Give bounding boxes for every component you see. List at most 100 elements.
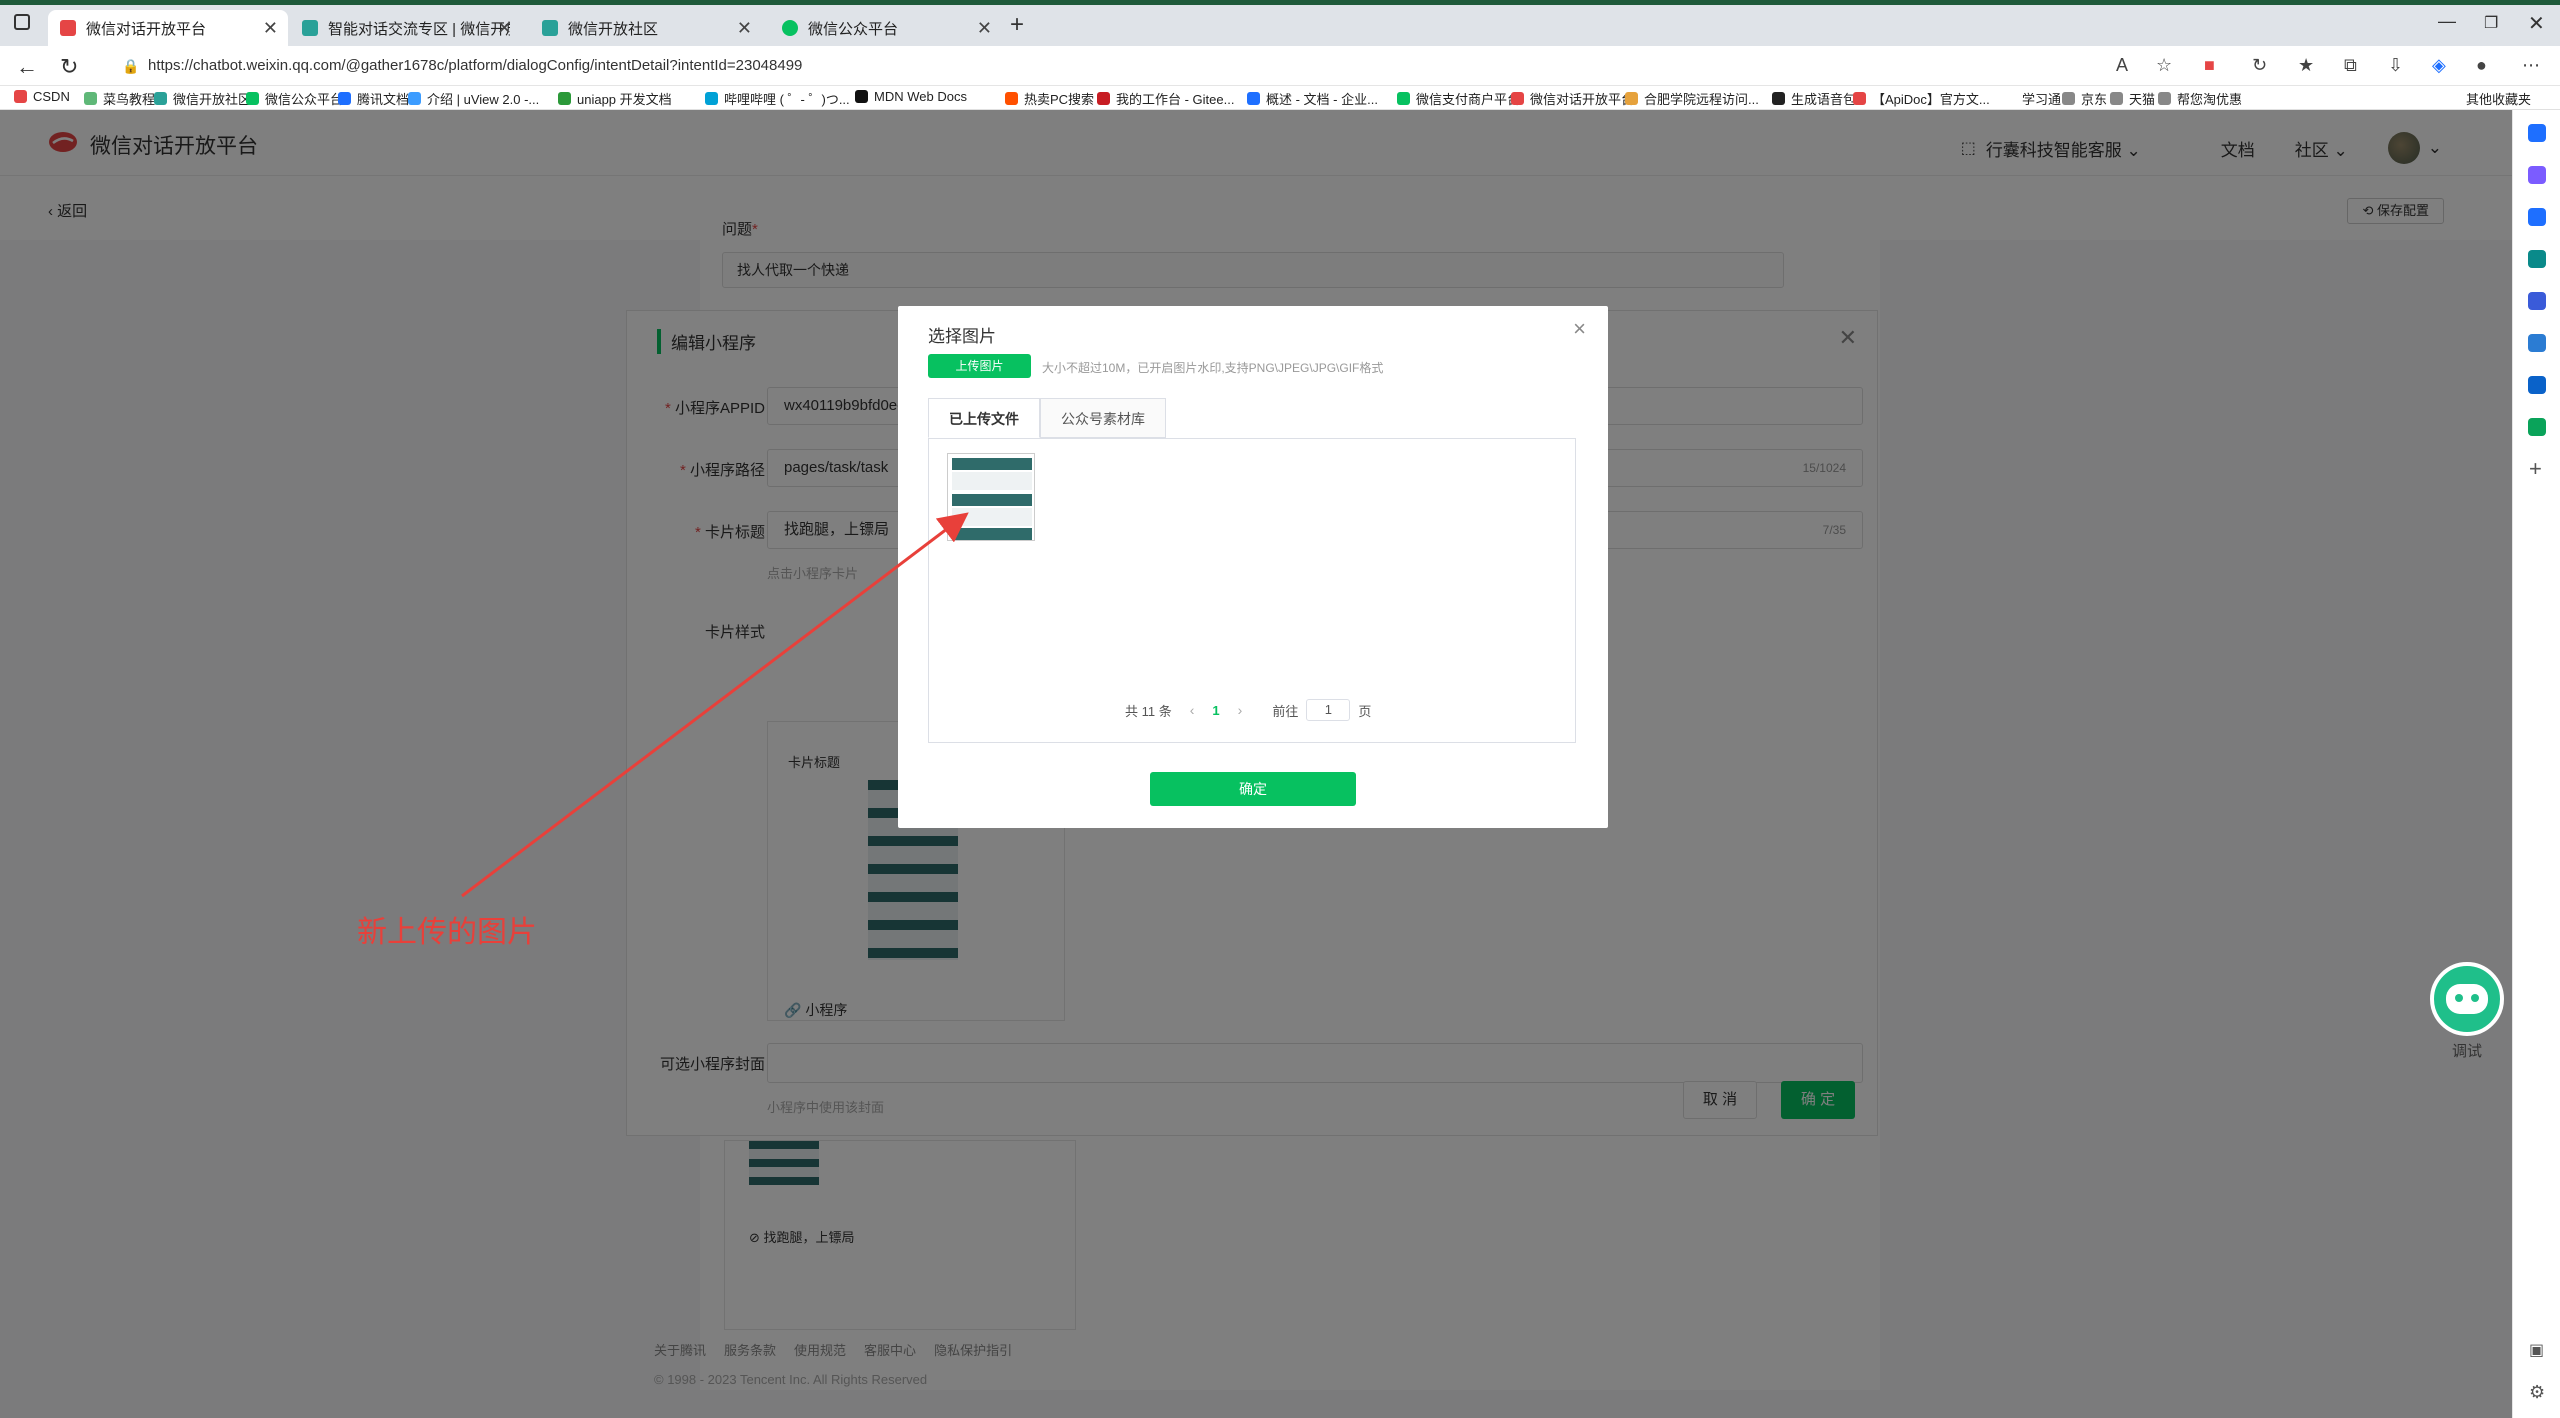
thumb-row — [952, 472, 1032, 490]
next-page-icon[interactable]: › — [1238, 702, 1243, 718]
bookmark-item[interactable]: 京东 — [2062, 89, 2107, 108]
modal-confirm-button[interactable]: 确定 — [1150, 772, 1356, 806]
bookmark-item[interactable]: 天猫 — [2110, 89, 2155, 108]
bookmark-label: 介绍 | uView 2.0 -... — [427, 92, 540, 107]
bookmark-label: 菜鸟教程 — [103, 92, 156, 107]
bookmark-item[interactable]: 合肥学院远程访问... — [1625, 89, 1759, 108]
other-bookmarks[interactable]: 其他收藏夹 — [2466, 89, 2531, 108]
bookmark-favicon-icon — [338, 92, 351, 105]
bookmark-item[interactable]: 概述 - 文档 - 企业... — [1247, 89, 1378, 108]
bookmark-favicon-icon — [84, 92, 97, 105]
bookmark-item[interactable]: 帮您淘优惠 — [2158, 89, 2242, 108]
bookmark-item[interactable]: uniapp 开发文档 — [558, 89, 672, 108]
image-thumbnail[interactable] — [947, 453, 1035, 541]
pager-goto: 前往 — [1272, 703, 1299, 719]
minimize-icon[interactable]: — — [2438, 11, 2456, 32]
tab-mp-material[interactable]: 公众号素材库 — [1040, 398, 1166, 438]
bookmark-item[interactable]: 生成语音包 — [1772, 89, 1856, 108]
upload-hint: 大小不超过10M，已开启图片水印,支持PNG\JPEG\JPG\GIF格式 — [1042, 361, 1384, 375]
chatbot-debug-button[interactable] — [2430, 962, 2504, 1036]
close-icon[interactable]: × — [1573, 316, 1586, 342]
bookmark-favicon-icon — [154, 92, 167, 105]
favorite-icon[interactable]: ☆ — [2156, 55, 2172, 76]
read-aloud-icon[interactable]: A — [2116, 55, 2128, 76]
url-text: https://chatbot.weixin.qq.com/@gather167… — [148, 57, 803, 74]
browser-essentials-icon[interactable]: ◈ — [2432, 55, 2446, 76]
favorites-list-icon[interactable]: ★ — [2298, 55, 2314, 76]
bookmark-label: 热卖PC搜索 — [1024, 92, 1095, 107]
bookmark-item[interactable]: 介绍 | uView 2.0 -... — [408, 89, 539, 108]
bookmark-favicon-icon — [1511, 92, 1524, 105]
tab-favicon-icon — [542, 20, 558, 36]
close-icon[interactable]: ✕ — [977, 18, 992, 39]
refresh-ext-icon[interactable]: ↻ — [2252, 55, 2267, 76]
bookmark-favicon-icon — [705, 92, 718, 105]
tab-actions-icon[interactable] — [14, 14, 30, 30]
bookmark-label: 学习通 — [2022, 92, 2062, 107]
tab-label: 微信开放社区 — [568, 20, 659, 38]
back-arrow-icon[interactable]: ← — [16, 54, 38, 80]
bookmark-item[interactable]: 微信支付商户平台 — [1397, 89, 1520, 108]
games-icon[interactable] — [2528, 292, 2546, 310]
shopping-icon[interactable] — [2528, 208, 2546, 226]
tools-icon[interactable] — [2528, 250, 2546, 268]
bookmark-item[interactable]: 腾讯文档 — [338, 89, 409, 108]
tab-community-zone[interactable]: 智能对话交流专区 | 微信开放社区 ✕ — [290, 10, 522, 46]
prev-page-icon[interactable]: ‹ — [1190, 702, 1195, 718]
tab-chatbot[interactable]: 微信对话开放平台 ✕ — [48, 10, 288, 46]
bookmark-item[interactable]: MDN Web Docs — [855, 89, 967, 104]
window-close-icon[interactable]: ✕ — [2528, 11, 2545, 36]
profile-icon[interactable]: ● — [2476, 55, 2487, 76]
url-field[interactable]: 🔒 https://chatbot.weixin.qq.com/@gather1… — [100, 51, 2100, 81]
bookmark-item[interactable]: 我的工作台 - Gitee... — [1097, 89, 1234, 108]
bookmark-favicon-icon — [246, 92, 259, 105]
tab-label: 智能对话交流专区 | 微信开放社区 — [328, 20, 510, 38]
outlook-icon[interactable] — [2528, 376, 2546, 394]
extension-icon[interactable]: ■ — [2204, 55, 2215, 76]
search-icon[interactable] — [2528, 124, 2546, 142]
close-icon[interactable]: ✕ — [497, 18, 512, 39]
bookmark-label: 帮您淘优惠 — [2177, 92, 2243, 107]
restore-icon[interactable]: ❐ — [2484, 13, 2498, 33]
pager-goto-input[interactable]: 1 — [1306, 699, 1351, 721]
reload-icon[interactable]: ↻ — [60, 54, 78, 80]
close-icon[interactable]: ✕ — [737, 18, 752, 39]
collections-icon[interactable]: ⧉ — [2344, 55, 2357, 76]
upload-image-button[interactable]: 上传图片 — [928, 354, 1031, 378]
bookmark-item[interactable]: 微信对话开放平台 — [1511, 89, 1634, 108]
bookmark-label: 微信公众平台 — [265, 92, 344, 107]
tab-label: 微信公众平台 — [808, 20, 899, 38]
modal-tabs: 已上传文件 公众号素材库 — [928, 398, 1166, 438]
bookmark-favicon-icon — [2062, 92, 2075, 105]
bookmark-label: 天猫 — [2129, 92, 2156, 107]
thumb-bar — [952, 528, 1032, 540]
download-icon[interactable]: ⇩ — [2388, 55, 2403, 76]
bookmark-item[interactable]: 学习通 — [2003, 89, 2061, 108]
close-icon[interactable]: ✕ — [263, 18, 278, 39]
copilot-icon[interactable] — [2528, 166, 2546, 184]
bookmark-item[interactable]: 菜鸟教程 — [84, 89, 155, 108]
bookmark-item[interactable]: 微信公众平台 — [246, 89, 343, 108]
bookmark-item[interactable]: 微信开放社区 — [154, 89, 251, 108]
bookmark-item[interactable]: 哔哩哔哩 ( ゜- ゜)つ... — [705, 89, 850, 108]
tab-favicon-icon — [60, 20, 76, 36]
bookmark-item[interactable]: CSDN — [14, 89, 70, 104]
add-icon[interactable]: + — [2529, 456, 2542, 482]
bookmark-item[interactable]: 热卖PC搜索 — [1005, 89, 1094, 108]
more-menu-icon[interactable]: ⋯ — [2522, 55, 2540, 76]
bookmark-favicon-icon — [2003, 92, 2016, 105]
bookmark-favicon-icon — [855, 90, 868, 103]
new-tab-icon[interactable]: + — [1010, 11, 1024, 39]
bookmark-item[interactable]: 【ApiDoc】官方文... — [1853, 89, 1990, 108]
address-bar: ← ↻ 🔒 https://chatbot.weixin.qq.com/@gat… — [0, 46, 2560, 86]
pager-current[interactable]: 1 — [1212, 703, 1219, 718]
drop-icon[interactable] — [2528, 418, 2546, 436]
tab-mp-platform[interactable]: 微信公众平台 ✕ — [770, 10, 1002, 46]
bookmark-label: MDN Web Docs — [874, 89, 967, 104]
tab-open-community[interactable]: 微信开放社区 ✕ — [530, 10, 762, 46]
settings-gear-icon[interactable]: ⚙ — [2529, 1382, 2545, 1403]
bookmark-favicon-icon — [2158, 92, 2171, 105]
office-icon[interactable] — [2528, 334, 2546, 352]
sidebar-layout-icon[interactable]: ▣ — [2529, 1340, 2544, 1360]
tab-uploaded-files[interactable]: 已上传文件 — [928, 398, 1040, 438]
